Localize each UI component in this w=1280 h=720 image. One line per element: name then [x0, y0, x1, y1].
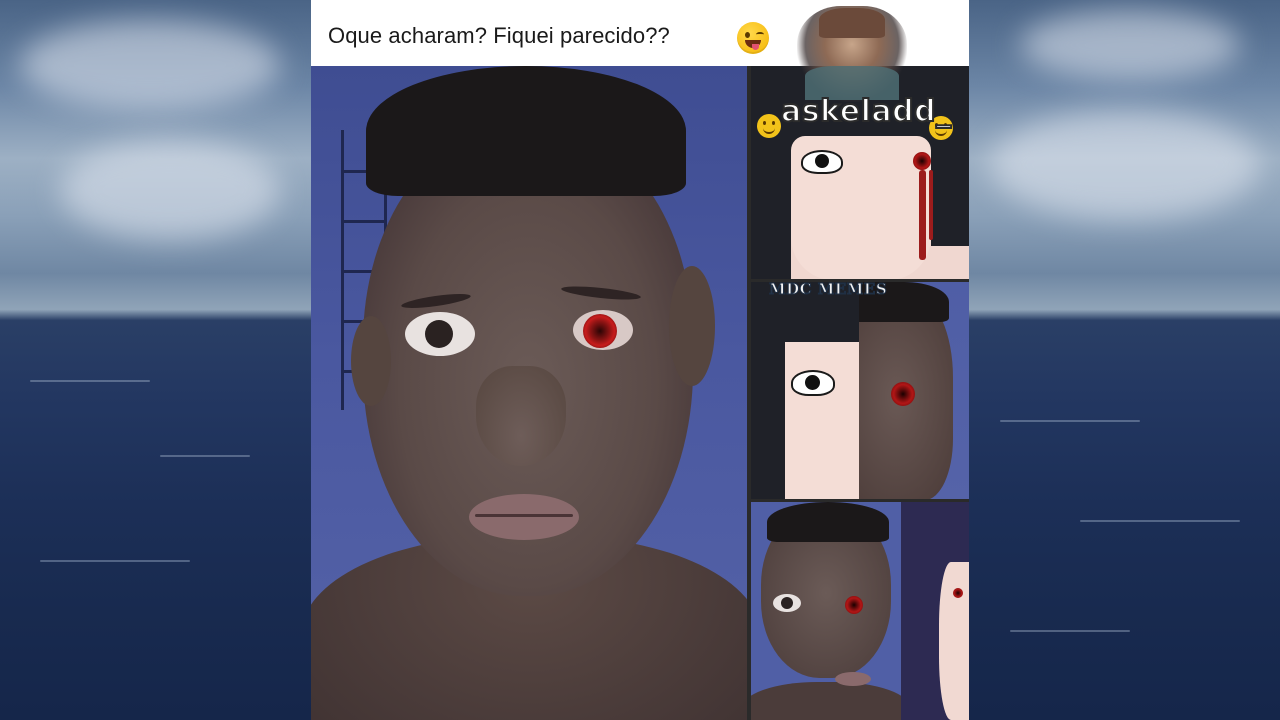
post-caption: Oque acharam? Fiquei parecido?? [328, 23, 670, 48]
mdc-memes-watermark: MDC MEMES [768, 280, 888, 299]
anime-half-face [785, 342, 859, 500]
cloud [990, 110, 1260, 220]
small-lips [835, 672, 871, 686]
askeladd-watermark: askeladd_ [780, 93, 952, 130]
small-natural-eye [773, 594, 801, 612]
wave [1000, 420, 1140, 422]
cloud [20, 20, 280, 110]
cloud [1020, 10, 1240, 80]
nose [476, 366, 566, 466]
photo-sharingan-eye [891, 382, 915, 406]
anime-side-sharingan [953, 588, 963, 598]
anime-eye [791, 370, 835, 396]
half-comparison-panel [751, 282, 969, 500]
mouth-line [475, 514, 573, 517]
main-selfie-photo [311, 66, 747, 720]
winking-face-with-tongue-icon [737, 22, 769, 54]
lips [469, 494, 579, 540]
natural-eye [405, 312, 475, 356]
small-sharingan-eye [845, 596, 863, 614]
wave [30, 380, 150, 382]
blood-streak [919, 170, 926, 260]
wave [40, 560, 190, 562]
wave [160, 455, 250, 457]
wave [1010, 630, 1130, 632]
wave [1080, 520, 1240, 522]
blood-streak [929, 170, 933, 240]
askeladd-avatar-sticker [797, 6, 907, 102]
left-ear [351, 316, 391, 406]
hair [366, 66, 686, 196]
anime-sharingan-eye [913, 152, 931, 170]
anime-side-face [939, 562, 969, 720]
small-hair [767, 502, 889, 542]
sharingan-eye [573, 310, 633, 350]
anime-hair [751, 322, 785, 500]
small-shoulders [751, 682, 911, 720]
anime-eye [801, 150, 843, 174]
cloud [60, 140, 280, 240]
small-selfie-panel [751, 502, 969, 720]
smiley-icon [757, 114, 781, 138]
meme-post: Oque acharam? Fiquei parecido?? askeladd… [311, 0, 969, 720]
right-ear [669, 266, 715, 386]
